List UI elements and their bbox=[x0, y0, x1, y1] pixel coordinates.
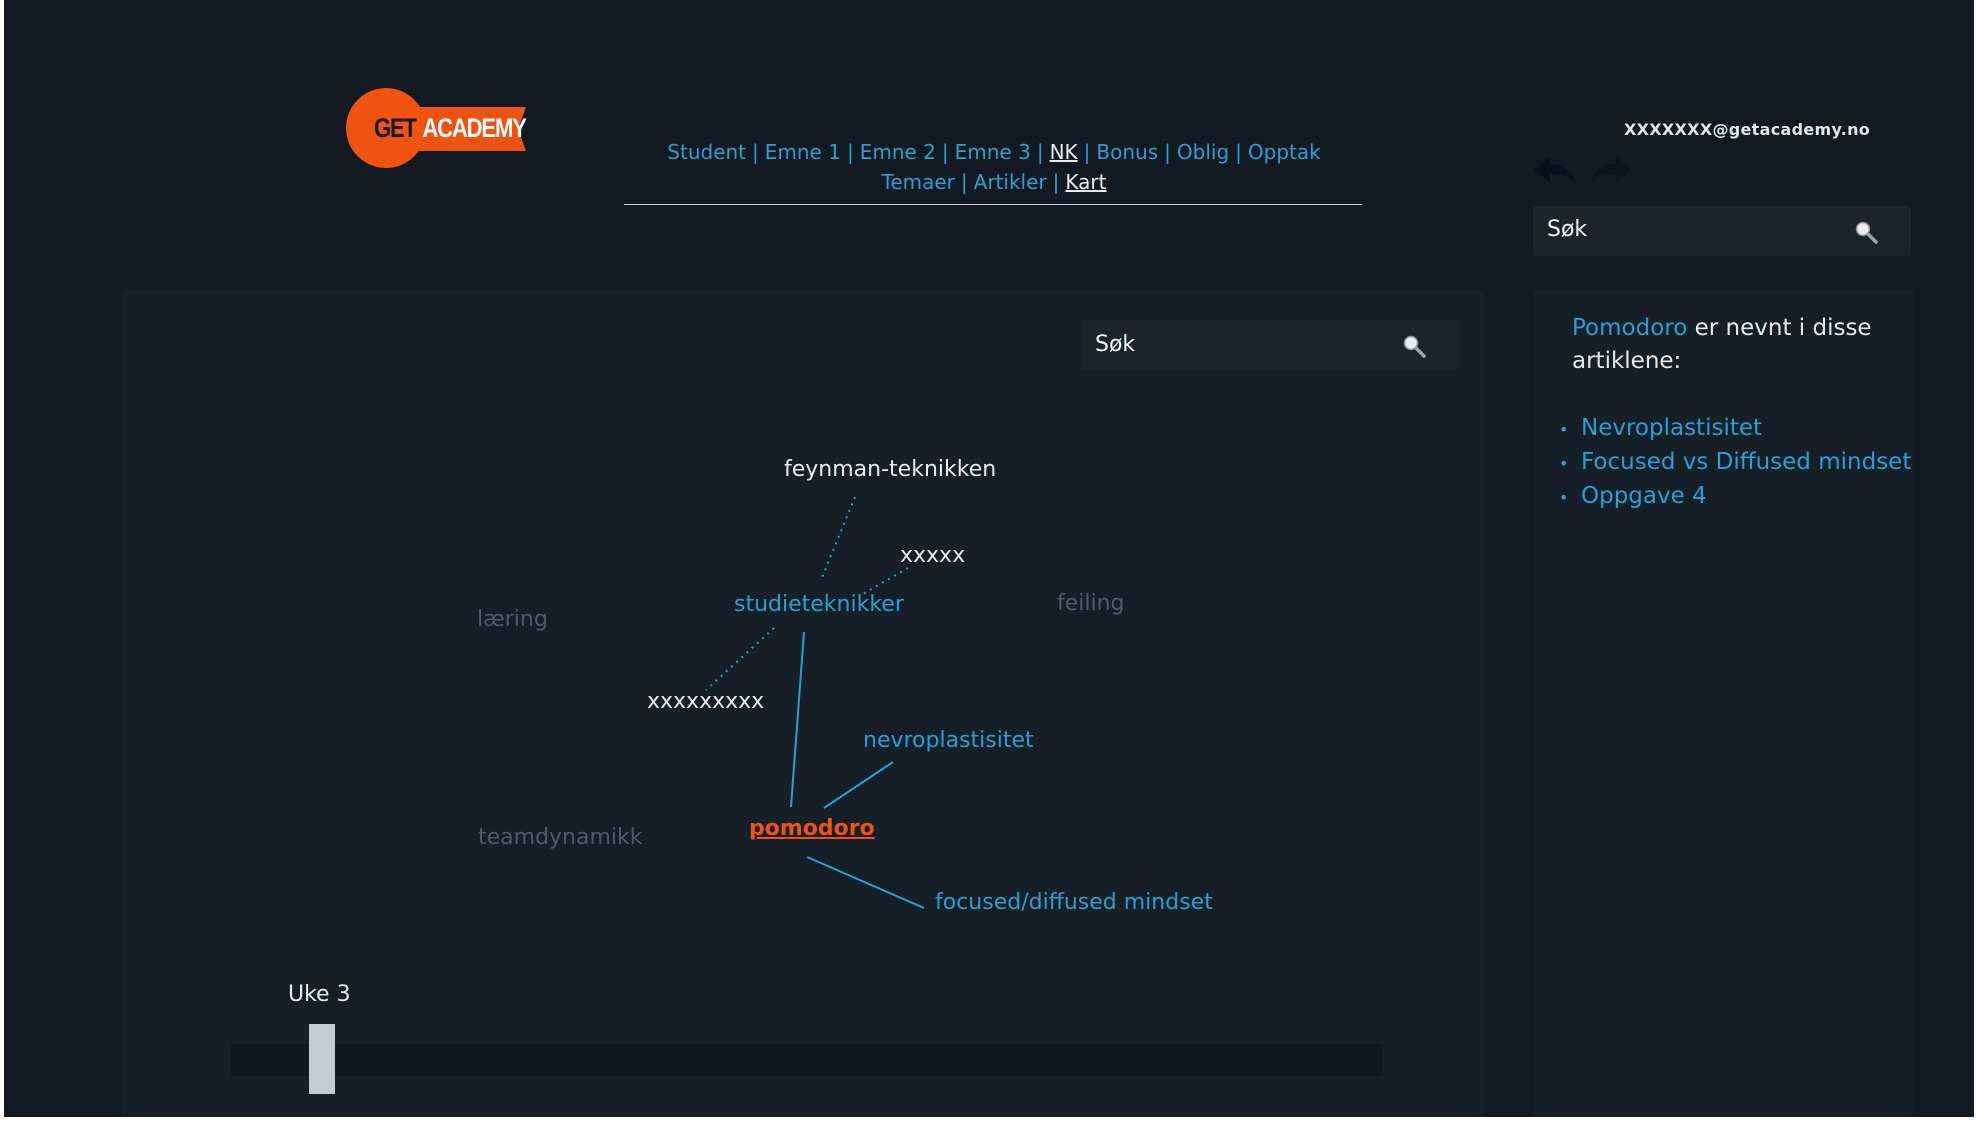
edge-nevroplastisitet-pomodoro bbox=[823, 761, 894, 809]
logo-academy-text: ACADEMY bbox=[422, 113, 527, 143]
map-node-studieteknikker[interactable]: studieteknikker bbox=[734, 592, 904, 617]
bullet-icon: • bbox=[1559, 420, 1569, 439]
logo-text: GET ACADEMY bbox=[374, 113, 527, 144]
article-link-label[interactable]: Focused vs Diffused mindset bbox=[1581, 449, 1911, 475]
nav-separator: | bbox=[1052, 170, 1060, 194]
undo-arrow-icon[interactable] bbox=[1534, 156, 1576, 184]
nav-separator: | bbox=[752, 140, 759, 164]
top-search-placeholder: Søk bbox=[1547, 217, 1588, 242]
bullet-icon: • bbox=[1559, 488, 1569, 507]
main-navigation: Student | Emne 1 | Emne 2 | Emne 3 | NK | Bonus | Ob… bbox=[624, 137, 1364, 197]
nav-link-nk[interactable]: NK bbox=[1050, 140, 1078, 164]
edge-xxxxx-studieteknikker bbox=[860, 567, 909, 596]
related-articles-panel: Pomodoro er nevnt i disse artiklene: • Ne… bbox=[1533, 290, 1913, 1117]
article-link[interactable]: • Focused vs Diffused mindset bbox=[1559, 446, 1911, 480]
nav-link-emne-2[interactable]: Emne 2 bbox=[860, 140, 936, 164]
article-link-label[interactable]: Oppgave 4 bbox=[1581, 483, 1707, 509]
history-controls bbox=[1530, 150, 1640, 190]
app-window: GET ACADEMY Student | Emne 1 | Emne 2 | Emne 3 |… bbox=[4, 0, 1974, 1117]
user-email[interactable]: XXXXXXX@getacademy.no bbox=[1624, 120, 1870, 139]
nav-link-temaer[interactable]: Temaer bbox=[882, 170, 955, 194]
edge-feynman-studieteknikker bbox=[820, 496, 856, 581]
search-icon[interactable] bbox=[1854, 220, 1880, 246]
nav-link-bonus[interactable]: Bonus bbox=[1096, 140, 1158, 164]
map-node-teamdynamikk[interactable]: teamdynamikk bbox=[478, 825, 643, 850]
nav-separator: | bbox=[846, 140, 854, 164]
logo-get-text: GET bbox=[374, 113, 417, 143]
redo-arrow-icon[interactable] bbox=[1590, 156, 1632, 184]
week-slider-track[interactable] bbox=[231, 1044, 1383, 1076]
bullet-icon: • bbox=[1559, 454, 1569, 473]
article-link[interactable]: • Nevroplastisitet bbox=[1559, 412, 1911, 446]
edge-xxxxxxxxx-studieteknikker bbox=[705, 627, 775, 691]
nav-separator: | bbox=[1164, 140, 1171, 164]
edge-pomodoro-focused bbox=[806, 856, 925, 909]
nav-separator: | bbox=[1235, 140, 1242, 164]
nav-link-opptak[interactable]: Opptak bbox=[1248, 140, 1321, 164]
top-search-input[interactable]: Søk bbox=[1533, 206, 1911, 256]
map-node-xxxxx[interactable]: xxxxx bbox=[900, 543, 965, 568]
edge-studieteknikker-pomodoro bbox=[790, 631, 805, 808]
nav-row-2: Temaer | Artikler | Kart bbox=[624, 167, 1364, 197]
nav-separator: | bbox=[941, 140, 949, 164]
nav-link-oblig[interactable]: Oblig bbox=[1177, 140, 1229, 164]
nav-link-student[interactable]: Student bbox=[667, 140, 746, 164]
keyword-link[interactable]: Pomodoro bbox=[1572, 315, 1687, 341]
map-node-feiling[interactable]: feiling bbox=[1057, 591, 1125, 616]
map-node-xxxxxxxxx[interactable]: xxxxxxxxx bbox=[647, 689, 764, 714]
nav-link-emne-1[interactable]: Emne 1 bbox=[765, 140, 841, 164]
related-articles-heading: Pomodoro er nevnt i disse artiklene: bbox=[1572, 312, 1902, 378]
map-node-laering[interactable]: læring bbox=[477, 607, 548, 632]
map-node-focused-diffused-mindset[interactable]: focused/diffused mindset bbox=[935, 890, 1213, 915]
nav-link-artikler[interactable]: Artikler bbox=[974, 170, 1047, 194]
article-link-label[interactable]: Nevroplastisitet bbox=[1581, 415, 1762, 441]
map-node-pomodoro[interactable]: pomodoro bbox=[749, 816, 875, 841]
nav-divider bbox=[624, 204, 1362, 205]
nav-link-kart[interactable]: Kart bbox=[1065, 170, 1106, 194]
nav-link-emne-3[interactable]: Emne 3 bbox=[955, 140, 1031, 164]
map-node-feynman-teknikken[interactable]: feynman-teknikken bbox=[784, 457, 996, 482]
nav-separator: | bbox=[960, 170, 968, 194]
nav-row-1: Student | Emne 1 | Emne 2 | Emne 3 | NK | Bonus | Ob… bbox=[624, 137, 1364, 167]
article-link[interactable]: • Oppgave 4 bbox=[1559, 480, 1911, 514]
week-slider-thumb[interactable] bbox=[309, 1024, 335, 1094]
week-label: Uke 3 bbox=[288, 982, 351, 1007]
concept-map-panel: Søk feynman-teknikken xxxxx læring studi… bbox=[121, 290, 1484, 1117]
nav-separator: | bbox=[1083, 140, 1091, 164]
related-articles-list: • Nevroplastisitet • Focused vs Diffused m… bbox=[1559, 412, 1911, 514]
map-node-nevroplastisitet[interactable]: nevroplastisitet bbox=[863, 728, 1034, 753]
get-academy-logo[interactable]: GET ACADEMY bbox=[346, 85, 536, 175]
nav-separator: | bbox=[1036, 140, 1044, 164]
